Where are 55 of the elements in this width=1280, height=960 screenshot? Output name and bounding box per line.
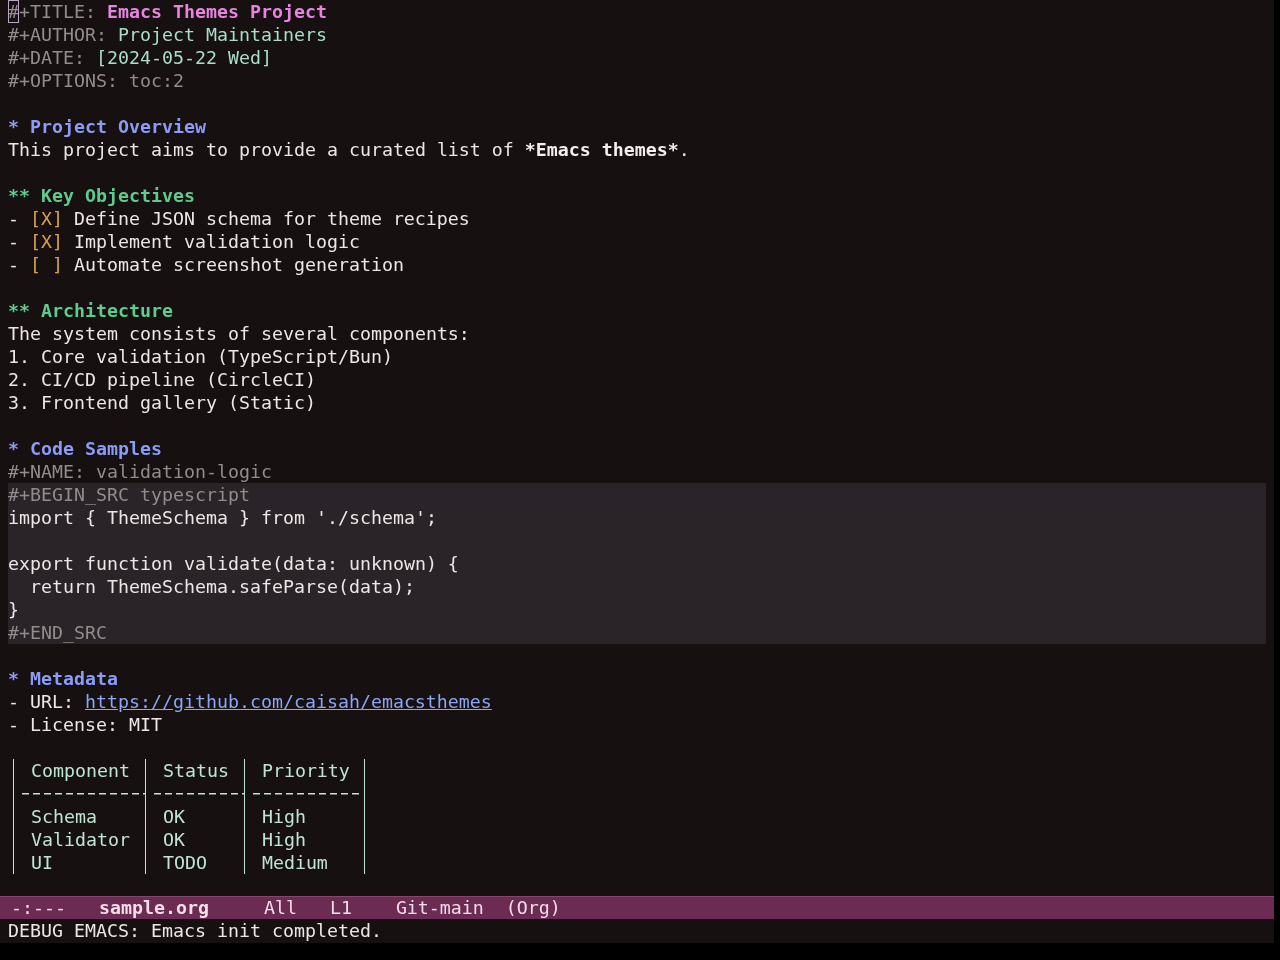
table-cell: Validator [30, 829, 130, 850]
list-bullet: - [8, 231, 19, 252]
echo-message: DEBUG EMACS: Emacs init completed. [8, 920, 382, 941]
block-name-text: #+NAME: validation-logic [8, 461, 272, 482]
code-line: return ThemeSchema.safeParse(data); [29, 576, 415, 597]
section-heading: ** Key Objectives [8, 185, 195, 206]
author-text: Project Maintainers [117, 24, 327, 45]
checklist-text: Define JSON schema for theme recipes [73, 208, 470, 229]
buffer-position-text: All [263, 896, 297, 919]
paragraph-text: This project aims to provide a curated list of *Emacs themes*. [8, 139, 690, 160]
title-text: Emacs Themes Project [106, 1, 327, 22]
table-cell: Medium [261, 852, 328, 873]
body-text: 3. Frontend gallery (Static) [8, 392, 316, 413]
section-heading: * Metadata [8, 668, 118, 689]
table-cell: OK [162, 829, 185, 850]
list-bullet: - [8, 254, 19, 275]
table-cell: High [261, 829, 306, 850]
checkbox-mark: [X] [30, 208, 63, 229]
org-keyword: #+AUTHOR: [8, 24, 107, 45]
table-cell: UI [30, 852, 53, 873]
section-heading: * Code Samples [8, 438, 162, 459]
org-keyword: #+OPTIONS: [8, 70, 118, 91]
src-end-text: #+END_SRC [8, 622, 107, 643]
code-line: export function validate(data: unknown) { [8, 553, 459, 574]
buffer-status-text: -:--- [11, 896, 66, 919]
body-text: 1. Core validation (TypeScript/Bun) [8, 346, 393, 367]
options-text: toc:2 [128, 70, 184, 91]
table-cell: Schema [30, 806, 97, 827]
buffer-name: sample.org [98, 896, 209, 919]
section-heading: * Project Overview [8, 116, 206, 137]
table-cell: TODO [162, 852, 207, 873]
git-branch-text: Git-main [395, 896, 484, 919]
line-number-text: L1 [329, 896, 352, 919]
table-header-cell: Component [30, 760, 130, 781]
src-begin-text: #+BEGIN_SRC typescript [8, 484, 250, 505]
code-line: } [8, 599, 19, 620]
code-line: import { ThemeSchema } from './schema'; [8, 507, 437, 528]
section-heading: ** Architecture [8, 300, 173, 321]
table-cell: High [261, 806, 306, 827]
checkbox-mark: [X] [30, 231, 63, 252]
body-text: - License: MIT [8, 714, 162, 735]
org-keyword: #+DATE: [8, 47, 85, 68]
checklist-text: Automate screenshot generation [73, 254, 404, 275]
date-text: [2024-05-22 Wed] [95, 47, 272, 68]
table-cell: OK [162, 806, 185, 827]
table-header-cell: Status [162, 760, 229, 781]
list-bullet: - [8, 208, 19, 229]
checklist-text: Implement validation logic [73, 231, 360, 252]
checkbox-mark: [ ] [30, 254, 63, 275]
major-mode-text: (Org) [505, 896, 561, 919]
body-text: The system consists of several components: [8, 323, 470, 344]
url-link[interactable]: https://github.com/caisah/emacsthemes [84, 691, 492, 712]
table-header-cell: Priority [261, 760, 350, 781]
body-text: 2. CI/CD pipeline (CircleCI) [8, 369, 316, 390]
list-item-text: - URL: [8, 691, 74, 712]
